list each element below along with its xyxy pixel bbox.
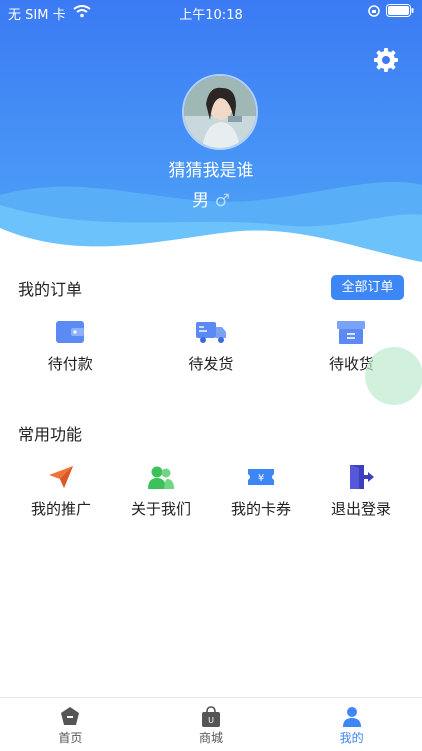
users-icon: [148, 466, 174, 489]
person-icon: [342, 707, 361, 727]
tab-mine[interactable]: 我的: [281, 698, 422, 751]
tab-home[interactable]: 首页: [0, 698, 141, 751]
paper-plane-icon: [49, 466, 73, 488]
status-right: [368, 4, 414, 17]
func-item-label: 退出登录: [330, 500, 391, 518]
home-icon: [61, 707, 80, 725]
tab-mall[interactable]: U 商城: [141, 698, 282, 751]
male-symbol-icon: ♂: [214, 191, 230, 211]
tab-label: 我的: [339, 731, 364, 745]
func-item-promotion[interactable]: 我的推广: [11, 464, 111, 519]
order-item-label: 待付款: [47, 355, 93, 373]
username: 猜猜我是谁: [168, 161, 254, 181]
func-item-label: 关于我们: [130, 500, 191, 518]
svg-text:U: U: [208, 716, 214, 725]
func-item-about-us[interactable]: 关于我们: [111, 464, 211, 519]
box-icon: [337, 321, 366, 344]
func-item-label: 我的推广: [30, 500, 91, 518]
truck-icon: [195, 322, 226, 343]
functions-title: 常用功能: [18, 425, 83, 444]
settings-gear-icon[interactable]: [372, 46, 400, 74]
gender-label: 男: [192, 191, 210, 211]
func-item-coupons[interactable]: ¥ 我的卡券: [211, 464, 311, 519]
order-status-row: 待付款 待发货 待收货: [0, 319, 422, 374]
rotation-lock-icon: [368, 4, 380, 17]
floating-bubble[interactable]: [365, 347, 422, 405]
order-item-label: 待发货: [188, 355, 234, 373]
func-item-label: 我的卡券: [230, 500, 291, 518]
svg-text:¥: ¥: [258, 473, 264, 484]
gender-row: 男 ♂: [0, 186, 422, 211]
tab-label: 商城: [199, 731, 224, 745]
order-item-pending-shipment[interactable]: 待发货: [141, 319, 282, 374]
wallet-icon: [56, 321, 85, 343]
wifi-icon: [73, 5, 91, 18]
status-bar: 无 SIM 卡 上午10:18: [0, 0, 422, 24]
order-item-pending-payment[interactable]: 待付款: [0, 319, 141, 374]
func-item-logout[interactable]: 退出登录: [311, 464, 411, 519]
shopping-bag-icon: U: [202, 706, 220, 727]
logout-icon: [350, 465, 374, 489]
all-orders-button[interactable]: 全部订单: [331, 275, 404, 300]
avatar[interactable]: [182, 74, 258, 150]
battery-icon: [386, 4, 414, 17]
avatar-photo: [184, 76, 256, 148]
bottom-tab-bar: 首页 U 商城 我的: [0, 697, 422, 751]
functions-row: 我的推广 关于我们 ¥ 我的卡券 退出登录: [11, 464, 422, 519]
profile-header: 无 SIM 卡 上午10:18 猜猜我是谁 男 ♂: [0, 0, 422, 270]
tab-label: 首页: [58, 731, 83, 745]
orders-title: 我的订单: [18, 280, 83, 299]
clock: 上午10:18: [179, 8, 243, 23]
ticket-icon: ¥: [248, 469, 274, 485]
